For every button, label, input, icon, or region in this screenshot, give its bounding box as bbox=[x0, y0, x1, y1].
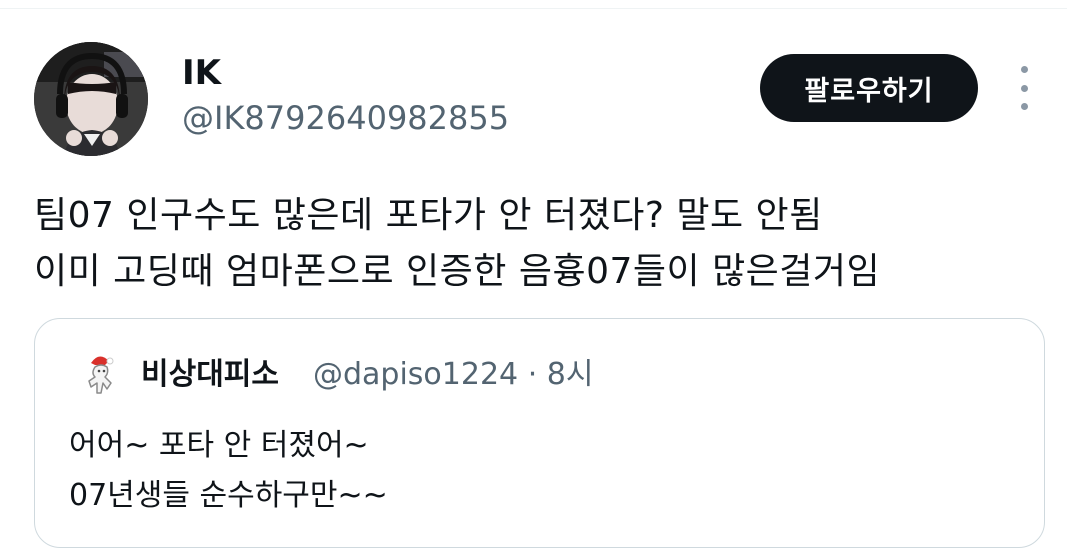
quote-text-line: 어어~ 포타 안 터졌어~ bbox=[69, 428, 369, 463]
quote-text: 어어~ 포타 안 터졌어~ 07년생들 순수하구만~~ bbox=[69, 421, 388, 521]
author-avatar[interactable] bbox=[34, 42, 148, 156]
quote-timestamp[interactable]: 8시 bbox=[547, 357, 594, 392]
quote-text-line: 07년생들 순수하구만~~ bbox=[69, 478, 388, 513]
tweet-text-line: 팀07 인구수도 많은데 포타가 안 터졌다? 말도 안됨 bbox=[34, 195, 823, 236]
author-handle[interactable]: @IK8792640982855 bbox=[182, 98, 509, 138]
more-dot bbox=[1020, 84, 1028, 92]
quote-avatar-icon bbox=[75, 349, 127, 401]
tweet-text-line: 이미 고딩때 엄마폰으로 인증한 음흉07들이 많은걸거임 bbox=[34, 251, 881, 292]
meta-separator: · bbox=[527, 357, 538, 392]
tweet-text: 팀07 인구수도 많은데 포타가 안 터졌다? 말도 안됨 이미 고딩때 엄마폰… bbox=[34, 188, 1054, 300]
quote-author-meta: @dapiso1224 · 8시 bbox=[313, 355, 593, 395]
tweet: IK @IK8792640982855 팔로우하기 팀07 인구수도 많은데 포… bbox=[0, 0, 1067, 548]
quote-author-avatar[interactable] bbox=[75, 349, 127, 401]
avatar-photo bbox=[34, 42, 148, 156]
more-dot bbox=[1020, 103, 1028, 110]
more-vertical-icon[interactable] bbox=[1008, 66, 1040, 110]
follow-button[interactable]: 팔로우하기 bbox=[760, 54, 978, 122]
author-display-name[interactable]: IK bbox=[182, 52, 221, 94]
quote-author-handle[interactable]: @dapiso1224 bbox=[313, 357, 518, 392]
more-dot bbox=[1020, 66, 1028, 73]
quote-author-display-name[interactable]: 비상대피소 bbox=[141, 355, 279, 395]
quote-tweet-card[interactable]: 비상대피소 @dapiso1224 · 8시 어어~ 포타 안 터졌어~ 07년… bbox=[34, 318, 1045, 548]
